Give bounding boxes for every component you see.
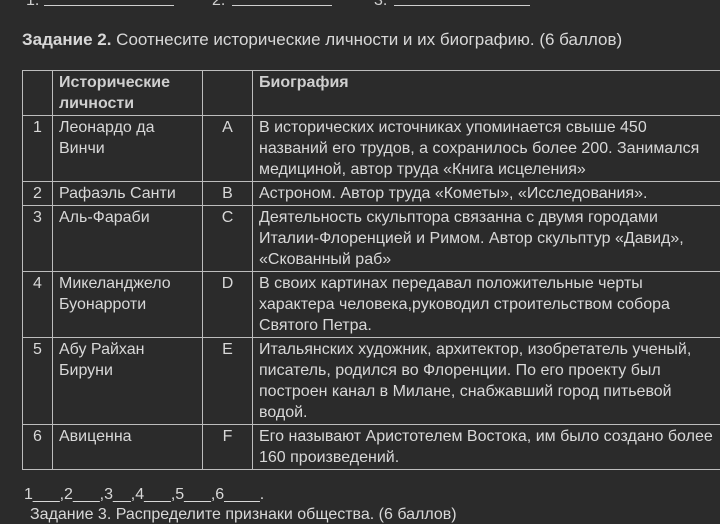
table-header-row: Исторические личности Биография — [23, 71, 720, 116]
biography-text: Его называют Аристотелем Востока, им был… — [253, 425, 720, 470]
header-number — [23, 71, 53, 116]
task-2-instruction: Соотнесите исторические личности и их би… — [116, 30, 622, 49]
row-number: 1 — [23, 116, 53, 182]
biography-text: Астроном. Автор труда «Кометы», «Исследо… — [253, 182, 720, 206]
blank-line-2 — [232, 5, 332, 6]
person-name: Леонардо да Винчи — [53, 116, 203, 182]
table-row: 1 Леонардо да Винчи A В исторических ист… — [23, 116, 720, 182]
task-3-heading: Задание 3. Распределите признаки обществ… — [30, 506, 457, 524]
task-2-label: Задание 2. — [22, 30, 111, 49]
blank-label-2: 2. — [212, 0, 225, 10]
biography-letter: B — [203, 182, 253, 206]
biography-letter: C — [203, 206, 253, 272]
biography-letter: F — [203, 425, 253, 470]
person-name: Авиценна — [53, 425, 203, 470]
row-number: 3 — [23, 206, 53, 272]
header-biography: Биография — [253, 71, 720, 116]
table-row: 6 Авиценна F Его называют Аристотелем Во… — [23, 425, 720, 470]
blank-label-3: 3. — [374, 0, 387, 10]
blank-line-1 — [44, 5, 174, 6]
blank-label-1: 1. — [26, 0, 39, 10]
biography-text: В своих картинах передавал положительные… — [253, 272, 720, 338]
row-number: 5 — [23, 338, 53, 425]
row-number: 2 — [23, 182, 53, 206]
answer-blanks-line: 1___,2___,3__,4___,5___,6____. — [24, 486, 264, 504]
table-row: 4 Микеланджело Буонарроти D В своих карт… — [23, 272, 720, 338]
biography-letter: A — [203, 116, 253, 182]
task-2-heading: Задание 2. Соотнесите исторические лично… — [22, 30, 622, 50]
blank-line-3 — [394, 5, 530, 6]
biography-text: Деятельность скульптора связанна с двумя… — [253, 206, 720, 272]
matching-table: Исторические личности Биография 1 Леонар… — [22, 70, 720, 470]
biography-text: Итальянских художник, архитектор, изобре… — [253, 338, 720, 425]
person-name: Абу Райхан Бируни — [53, 338, 203, 425]
biography-letter: E — [203, 338, 253, 425]
person-name: Аль-Фараби — [53, 206, 203, 272]
table-row: 5 Абу Райхан Бируни E Итальянских художн… — [23, 338, 720, 425]
row-number: 4 — [23, 272, 53, 338]
biography-text: В исторических источниках упоминается св… — [253, 116, 720, 182]
person-name: Рафаэль Санти — [53, 182, 203, 206]
biography-letter: D — [203, 272, 253, 338]
person-name: Микеланджело Буонарроти — [53, 272, 203, 338]
table-row: 2 Рафаэль Санти B Астроном. Автор труда … — [23, 182, 720, 206]
table-row: 3 Аль-Фараби C Деятельность скульптора с… — [23, 206, 720, 272]
previous-task-answer-blanks: 1. 2. 3. — [0, 0, 720, 14]
header-person: Исторические личности — [53, 71, 203, 116]
header-letter — [203, 71, 253, 116]
row-number: 6 — [23, 425, 53, 470]
